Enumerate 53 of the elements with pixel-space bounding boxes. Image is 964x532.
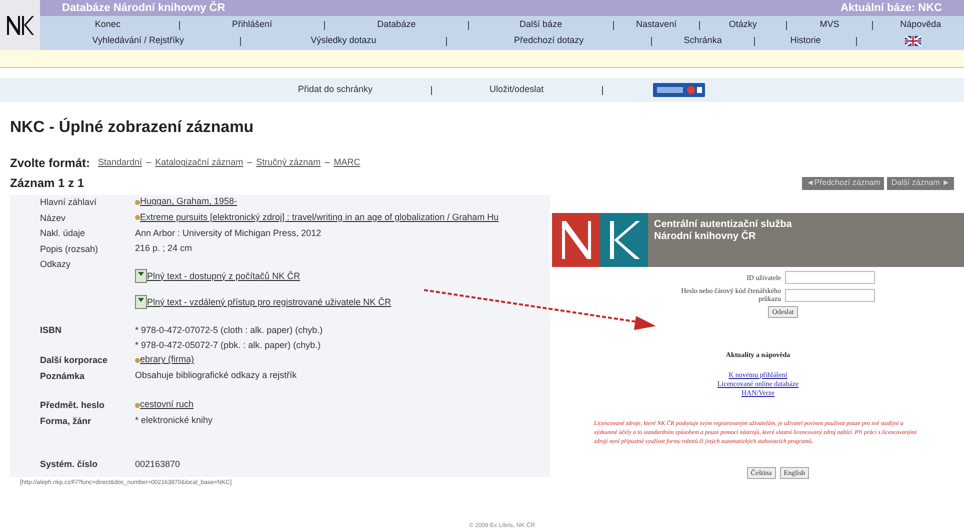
nav-link[interactable]: Historie	[758, 34, 852, 48]
nav-link[interactable]: Přihlášení	[184, 18, 320, 32]
current-base-label: Aktuální báze: NKC	[840, 0, 942, 16]
field-label: Systém. číslo	[40, 459, 98, 469]
nav-link[interactable]: Otázky	[704, 18, 782, 32]
nav-link[interactable]: Vyhledávání / Rejstříky	[40, 34, 236, 48]
page-title: NKC - Úplné zobrazení záznamu	[10, 116, 255, 138]
format-link[interactable]: Standardní	[98, 156, 142, 170]
nav-link[interactable]: Databáze	[328, 18, 464, 32]
field-label: Popis (rozsah)	[40, 244, 98, 254]
nav-link[interactable]: Nápověda	[877, 18, 964, 32]
toolbar-link[interactable]: Uložit/odeslat	[482, 83, 552, 97]
field-value: * 978-0-472-07072-5 (cloth : alk. paper) (chyb.)	[135, 324, 323, 337]
nav-link[interactable]: Další báze	[473, 18, 608, 32]
field-value: Obsahuje bibliografické odkazy a rejstřík	[135, 369, 297, 382]
format-link[interactable]: Stručný záznam	[256, 156, 321, 170]
header-title: Databáze Národní knihovny ČR	[62, 0, 226, 16]
format-link[interactable]: Katalogizační záznam	[155, 156, 244, 170]
field-label: Forma, žánr	[40, 416, 92, 426]
field-label: Nakl. údaje	[40, 228, 86, 238]
format-label: Zvolte formát:	[10, 155, 90, 172]
field-label: Hlavní záhlaví	[40, 197, 97, 207]
separator-dash: –	[146, 156, 152, 170]
format-link[interactable]: MARC	[334, 156, 360, 170]
field-label: Předmět. heslo	[40, 400, 105, 410]
fulltext-link[interactable]: Plný text - vzdálený přístup pro registrované uživatele NK ČR	[147, 296, 392, 309]
nav-link[interactable]: Schránka	[656, 34, 750, 48]
nav-link[interactable]: Výsledky dotazu	[245, 34, 442, 48]
field-label: Odkazy	[40, 259, 71, 269]
nav-link[interactable]: Předchozí dotazy	[450, 34, 647, 48]
login-title: Centrální autentizační služba	[654, 219, 792, 230]
field-value: * 978-0-472-05072-7 (pbk. : alk. paper) (chyb.)	[135, 338, 321, 352]
record-link[interactable]: ebrary (firma)	[140, 353, 194, 367]
separator-dash: –	[247, 156, 252, 170]
nav-link[interactable]: Konec	[40, 18, 176, 32]
field-label: Název	[40, 212, 66, 222]
separator-dash: –	[324, 156, 330, 170]
record-count: Záznam 1 z 1	[10, 175, 84, 192]
field-label: Poznámka	[40, 370, 85, 380]
field-value: * elektronické knihy	[135, 414, 213, 428]
login-title: Národní knihovny ČR	[654, 231, 757, 243]
field-value: 216 p. ; 24 cm	[135, 242, 192, 256]
nav-link[interactable]: MVS	[790, 18, 868, 32]
fulltext-link[interactable]: Plný text - dostupný z počítačů NK ČR	[147, 270, 300, 283]
field-label: ISBN	[40, 325, 62, 335]
nav-link[interactable]: Nastavení	[618, 18, 696, 32]
field-value: 002163870	[135, 458, 180, 471]
record-link[interactable]: cestovní ruch	[140, 398, 194, 412]
field-value: Ann Arbor : University of Michigan Press, 2012	[135, 226, 322, 240]
record-link[interactable]: Huggan, Graham, 1958-	[140, 195, 238, 209]
record-link[interactable]: Extreme pursuits [elektronický zdroj] : travel/writing in an age of globalization / Graham Hu	[140, 210, 499, 224]
field-label: Další korporace	[40, 355, 108, 365]
toolbar-link[interactable]: Přidat do schránky	[290, 83, 381, 97]
